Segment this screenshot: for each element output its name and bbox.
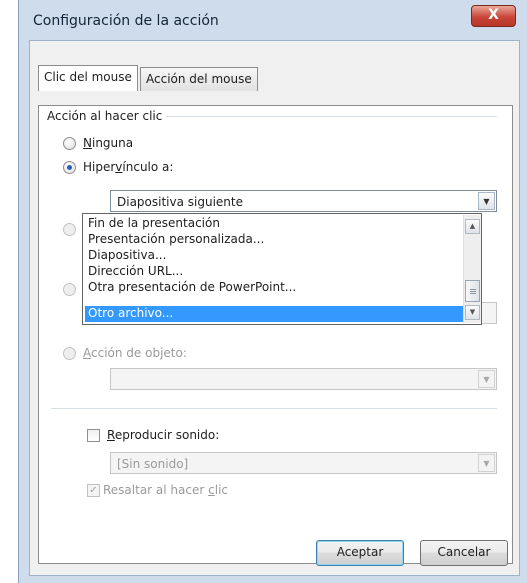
hyperlink-combo[interactable]: Diapositiva siguiente ▼ — [110, 190, 497, 212]
sound-combo-value: [Sin sonido] — [117, 457, 189, 471]
ok-button[interactable]: Aceptar — [316, 540, 404, 566]
checkmark-icon: ✓ — [89, 485, 98, 496]
chevron-down-icon[interactable]: ▼ — [478, 454, 495, 472]
sound-combo[interactable]: [Sin sonido] ▼ — [110, 452, 497, 474]
tab-panel: Acción al hacer clic Ninguna Hipervíncul… — [38, 105, 513, 564]
play-sound-checkbox[interactable] — [87, 429, 100, 442]
radio-none[interactable] — [63, 137, 76, 150]
highlight-label: Resaltar al hacer clic — [103, 483, 228, 497]
radio-object-action-label: Acción de objeto: — [83, 346, 187, 360]
radio-object-action[interactable] — [63, 347, 76, 360]
dropdown-scrollbar[interactable]: ▲ ▼ — [463, 215, 481, 323]
title-bar[interactable]: Configuración de la acción X — [19, 0, 527, 40]
object-action-combo[interactable]: ▼ — [110, 368, 497, 390]
scroll-down-icon[interactable]: ▼ — [465, 305, 480, 320]
dropdown-item[interactable]: Dirección URL... — [85, 264, 463, 280]
scroll-thumb[interactable] — [465, 280, 480, 302]
radio-none-label: Ninguna — [83, 136, 134, 150]
play-sound-label: Reproducir sonido: — [107, 428, 220, 442]
radio-selected-dot — [67, 165, 72, 170]
dropdown-item[interactable]: Presentación personalizada... — [85, 232, 463, 248]
section-divider — [51, 408, 497, 409]
tab-mouse-over[interactable]: Acción del mouse — [140, 67, 258, 91]
chevron-down-icon[interactable]: ▼ — [478, 192, 495, 210]
tab-mouse-click[interactable]: Clic del mouse — [38, 65, 138, 91]
radio-hyperlink[interactable] — [63, 161, 76, 174]
scroll-up-icon[interactable]: ▲ — [465, 219, 480, 234]
hyperlink-dropdown-list: Fin de la presentación Presentación pers… — [82, 213, 482, 325]
radio-run-program[interactable] — [63, 223, 76, 236]
background-edge — [0, 0, 18, 583]
close-button[interactable]: X — [471, 5, 516, 27]
group-label: Acción al hacer clic — [47, 109, 167, 123]
close-icon: X — [488, 7, 499, 23]
chevron-down-icon[interactable]: ▼ — [478, 370, 495, 388]
tab-label: Acción del mouse — [146, 72, 252, 86]
cancel-button[interactable]: Cancelar — [420, 540, 508, 566]
hyperlink-combo-value: Diapositiva siguiente — [117, 195, 243, 209]
radio-run-macro[interactable] — [63, 283, 76, 296]
dropdown-item-selected[interactable]: Otro archivo... — [85, 306, 463, 322]
dropdown-item[interactable]: Otra presentación de PowerPoint... — [85, 280, 463, 296]
window-title: Configuración de la acción — [33, 13, 219, 29]
highlight-checkbox[interactable]: ✓ — [87, 484, 100, 497]
dropdown-item[interactable]: Fin de la presentación — [85, 216, 463, 232]
tab-label: Clic del mouse — [44, 70, 132, 84]
radio-hyperlink-label: Hipervínculo a: — [83, 160, 174, 174]
dropdown-item[interactable]: Diapositiva... — [85, 248, 463, 264]
